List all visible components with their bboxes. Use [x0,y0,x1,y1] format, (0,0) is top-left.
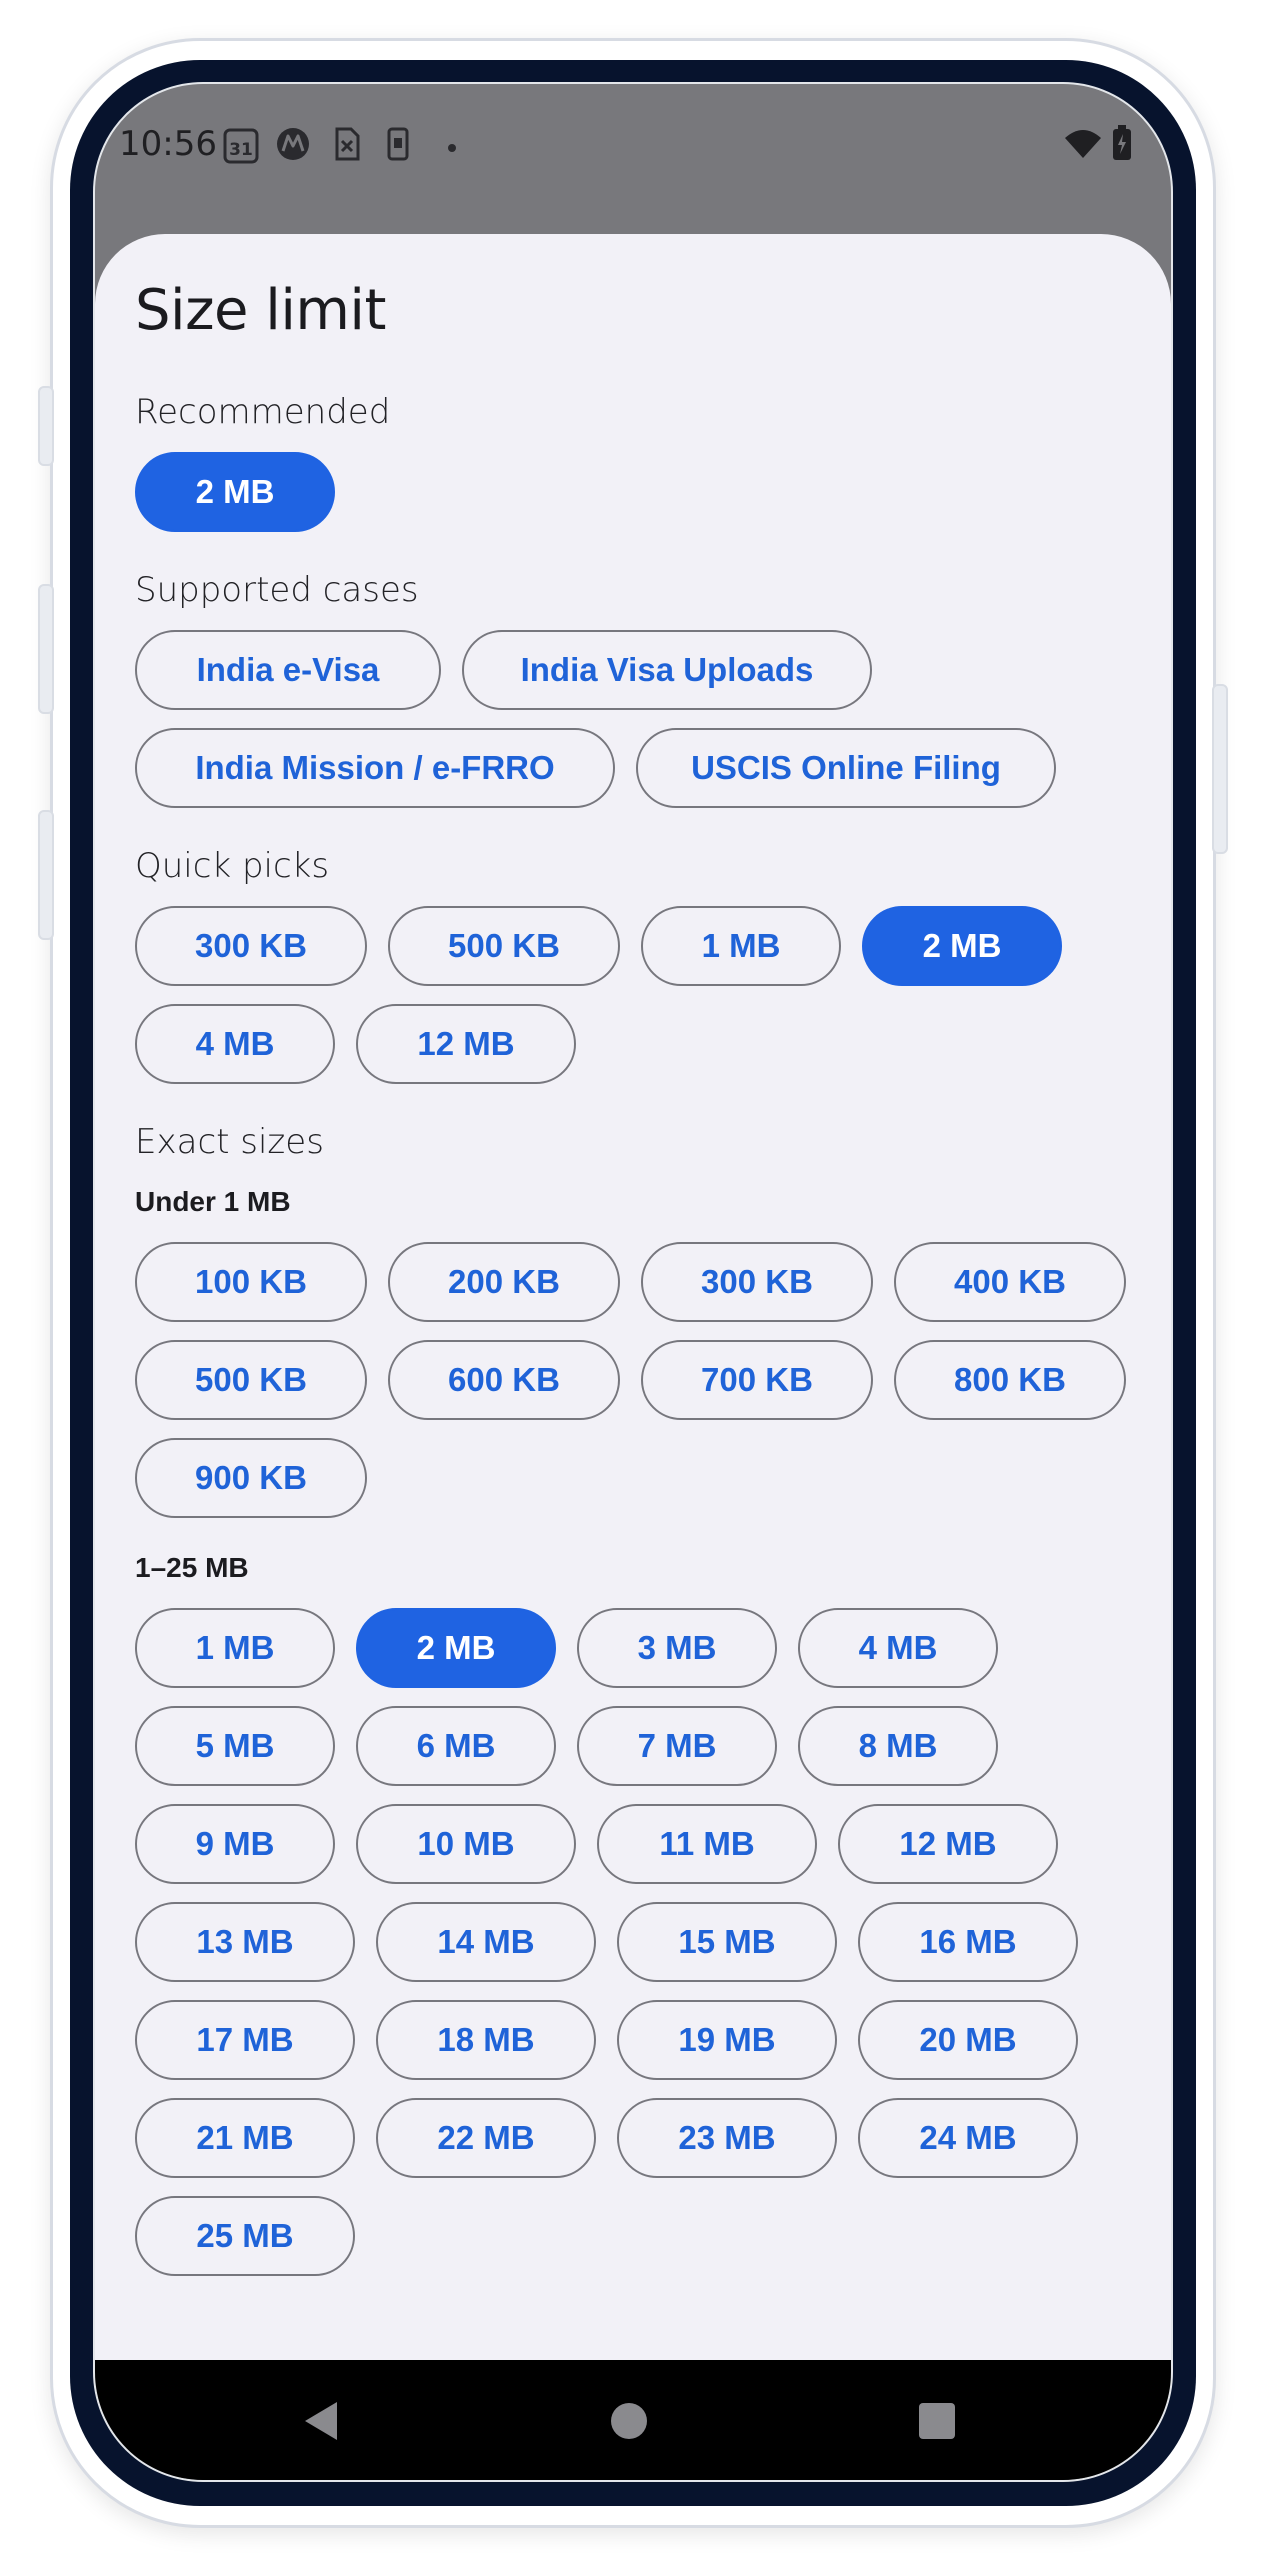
size-chip[interactable]: 4 MB [135,1004,335,1084]
size-chip[interactable]: 700 KB [641,1340,873,1420]
row-under1-2: 500 KB 600 KB 700 KB 800 KB [135,1340,1126,1420]
size-chip[interactable]: 9 MB [135,1804,335,1884]
motorola-icon [275,126,311,167]
size-chip[interactable]: 18 MB [376,2000,596,2080]
size-chip[interactable]: USCIS Online Filing [636,728,1056,808]
size-chip[interactable]: 12 MB [838,1804,1058,1884]
size-chip[interactable]: India e-Visa [135,630,441,710]
size-chip[interactable]: 23 MB [617,2098,837,2178]
size-chip[interactable]: 7 MB [577,1706,777,1786]
size-chip[interactable]: 500 KB [135,1340,367,1420]
row-range-3: 9 MB 10 MB 11 MB 12 MB [135,1804,1058,1884]
size-chip[interactable]: 17 MB [135,2000,355,2080]
size-chip-selected[interactable]: 2 MB [135,452,335,532]
size-chip[interactable]: 200 KB [388,1242,620,1322]
size-chip[interactable]: 24 MB [858,2098,1078,2178]
wifi-icon [1063,128,1103,165]
calendar-day: 31 [229,140,253,160]
row-range-1: 1 MB 2 MB 3 MB 4 MB [135,1608,998,1688]
size-chip-selected[interactable]: 2 MB [862,906,1062,986]
size-chip[interactable]: 11 MB [597,1804,817,1884]
navigation-bar [95,2360,1171,2480]
recents-icon[interactable] [917,2400,957,2447]
size-chip[interactable]: 900 KB [135,1438,367,1518]
row-range-2: 5 MB 6 MB 7 MB 8 MB [135,1706,998,1786]
size-chip[interactable]: India Visa Uploads [462,630,872,710]
row-supported-2: India Mission / e-FRRO USCIS Online Filin… [135,728,1056,808]
size-limit-sheet: Size limit Recommended 2 MB Supported ca… [95,234,1171,2448]
size-chip[interactable]: 22 MB [376,2098,596,2178]
size-chip[interactable]: 800 KB [894,1340,1126,1420]
size-chip[interactable]: 6 MB [356,1706,556,1786]
side-button-right [1212,684,1228,854]
size-chip[interactable]: 13 MB [135,1902,355,1982]
row-under1-3: 900 KB [135,1438,367,1518]
row-range-6: 21 MB 22 MB 23 MB 24 MB [135,2098,1078,2178]
size-chip[interactable]: 1 MB [641,906,841,986]
phone-icon [385,126,411,167]
side-button-left-2 [38,584,54,714]
home-icon[interactable] [609,2400,649,2447]
size-chip[interactable]: 3 MB [577,1608,777,1688]
calendar-icon: 31 [223,126,259,169]
row-range-7: 25 MB [135,2196,355,2276]
back-icon[interactable] [301,2400,341,2447]
size-chip[interactable]: 14 MB [376,1902,596,1982]
size-chip[interactable]: 21 MB [135,2098,355,2178]
size-chip-selected[interactable]: 2 MB [356,1608,556,1688]
size-chip[interactable]: 25 MB [135,2196,355,2276]
size-chip[interactable]: 8 MB [798,1706,998,1786]
size-chip[interactable]: 1 MB [135,1608,335,1688]
row-range-4: 13 MB 14 MB 15 MB 16 MB [135,1902,1078,1982]
status-bar: 10:56 31 [95,84,1171,234]
size-chip[interactable]: 12 MB [356,1004,576,1084]
size-chip[interactable]: 600 KB [388,1340,620,1420]
subsection-1-25mb: 1–25 MB [135,1552,249,1583]
dot-icon [447,140,457,158]
status-time: 10:56 [119,124,217,164]
section-recommended: Recommended [135,392,391,432]
row-quick-1: 300 KB 500 KB 1 MB 2 MB [135,906,1062,986]
size-chip[interactable]: 300 KB [135,906,367,986]
size-chip[interactable]: 100 KB [135,1242,367,1322]
section-quick-picks: Quick picks [135,846,330,886]
size-chip[interactable]: 5 MB [135,1706,335,1786]
sheet-title: Size limit [135,278,386,343]
row-supported-1: India e-Visa India Visa Uploads [135,630,872,710]
size-chip[interactable]: 15 MB [617,1902,837,1982]
side-button-left-3 [38,810,54,940]
size-chip[interactable]: 300 KB [641,1242,873,1322]
row-range-5: 17 MB 18 MB 19 MB 20 MB [135,2000,1078,2080]
subsection-under-1mb: Under 1 MB [135,1186,291,1217]
size-chip[interactable]: 500 KB [388,906,620,986]
battery-icon [1111,124,1133,167]
section-exact-sizes: Exact sizes [135,1122,324,1162]
size-chip[interactable]: 19 MB [617,2000,837,2080]
row-quick-2: 4 MB 12 MB [135,1004,576,1084]
size-chip[interactable]: 400 KB [894,1242,1126,1322]
sim-card-icon [331,126,361,167]
screen: 10:56 31 Size limit Recommended 2 MB Sup… [93,82,1173,2482]
row-recommended: 2 MB [135,452,335,532]
size-chip[interactable]: 10 MB [356,1804,576,1884]
size-chip[interactable]: India Mission / e-FRRO [135,728,615,808]
side-button-left-1 [38,386,54,466]
section-supported-cases: Supported cases [135,570,419,610]
size-chip[interactable]: 4 MB [798,1608,998,1688]
size-chip[interactable]: 16 MB [858,1902,1078,1982]
row-under1-1: 100 KB 200 KB 300 KB 400 KB [135,1242,1126,1322]
size-chip[interactable]: 20 MB [858,2000,1078,2080]
